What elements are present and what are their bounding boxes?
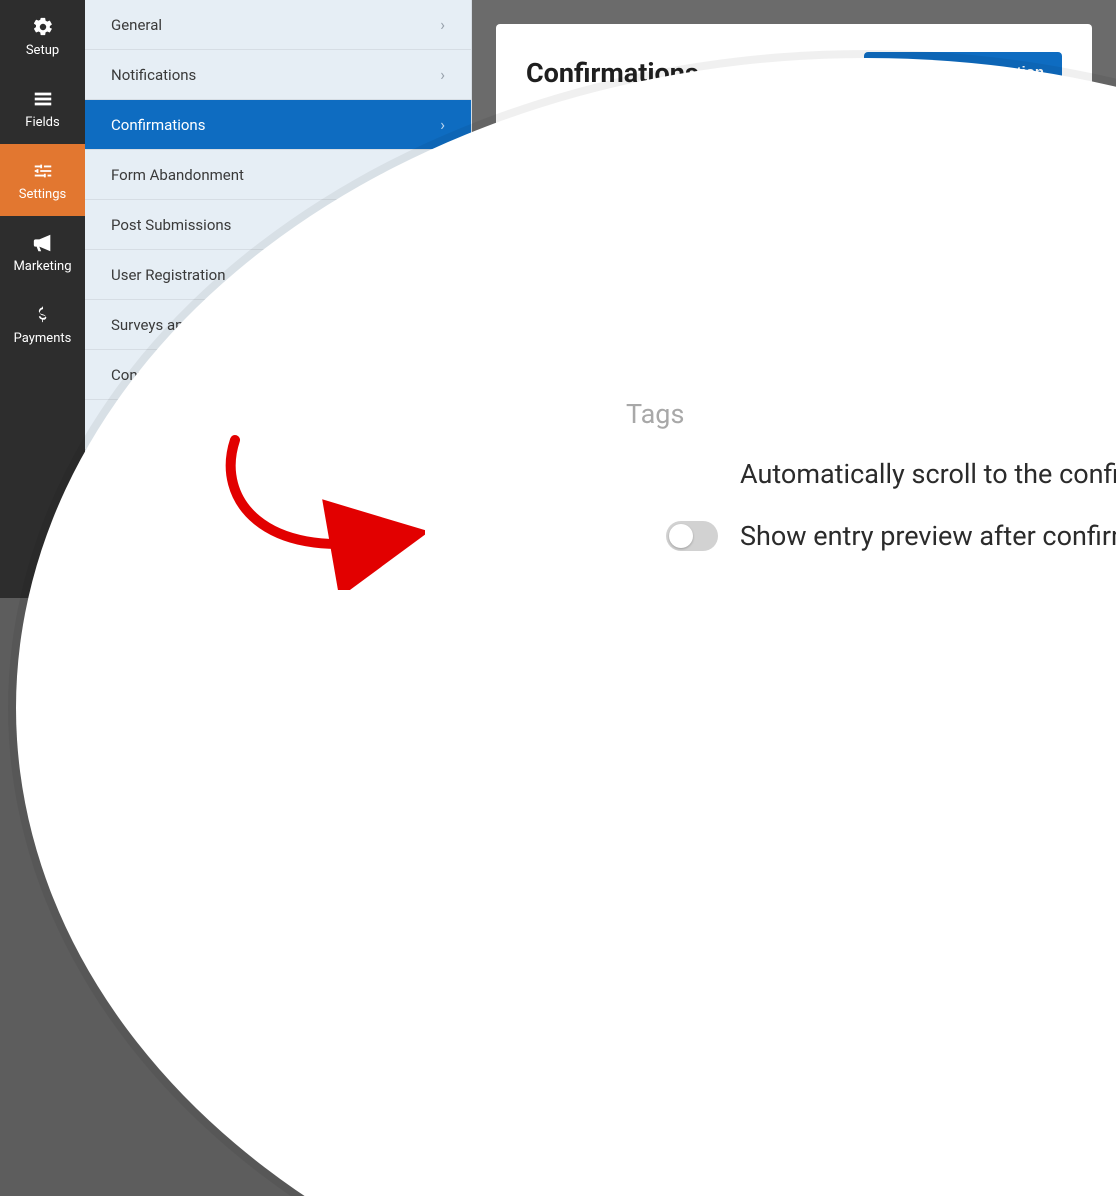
sidebar-item-marketing[interactable]: Marketing <box>0 216 85 288</box>
tags-hint: Tags <box>626 398 1116 430</box>
chevron-right-icon: › <box>440 115 445 134</box>
sliders-icon <box>31 159 55 183</box>
sidebar-item-payments[interactable]: Payments <box>0 288 85 360</box>
sidebar-label: Payments <box>14 331 72 346</box>
sidebar-item-fields[interactable]: Fields <box>0 72 85 144</box>
submenu-item-general[interactable]: General› <box>85 0 471 50</box>
sidebar-item-setup[interactable]: Setup <box>0 0 85 72</box>
bullhorn-icon <box>31 231 55 255</box>
sidebar-label: Setup <box>26 43 59 58</box>
toggle-entry-preview-row: Show entry preview after confirmation me… <box>666 520 1116 552</box>
dollar-icon <box>31 303 55 327</box>
submenu-item-confirmations[interactable]: Confirmations› <box>85 100 471 150</box>
submenu-item-notifications[interactable]: Notifications› <box>85 50 471 100</box>
sidebar-label: Settings <box>19 187 66 202</box>
chevron-right-icon: › <box>440 65 445 84</box>
sidebar-label: Marketing <box>13 259 71 274</box>
toggle-auto-scroll-row: Automatically scroll to the confirmation… <box>666 458 1116 490</box>
entry-preview-toggle[interactable] <box>666 521 718 551</box>
toggle-label: Show entry preview after confirmation me… <box>740 520 1116 552</box>
sidebar-item-settings[interactable]: Settings <box>0 144 85 216</box>
list-icon <box>31 87 55 111</box>
sidebar-label: Fields <box>25 115 59 130</box>
toggle-label: Automatically scroll to the confirmation… <box>740 458 1116 490</box>
chevron-right-icon: › <box>440 15 445 34</box>
gear-icon <box>31 15 55 39</box>
